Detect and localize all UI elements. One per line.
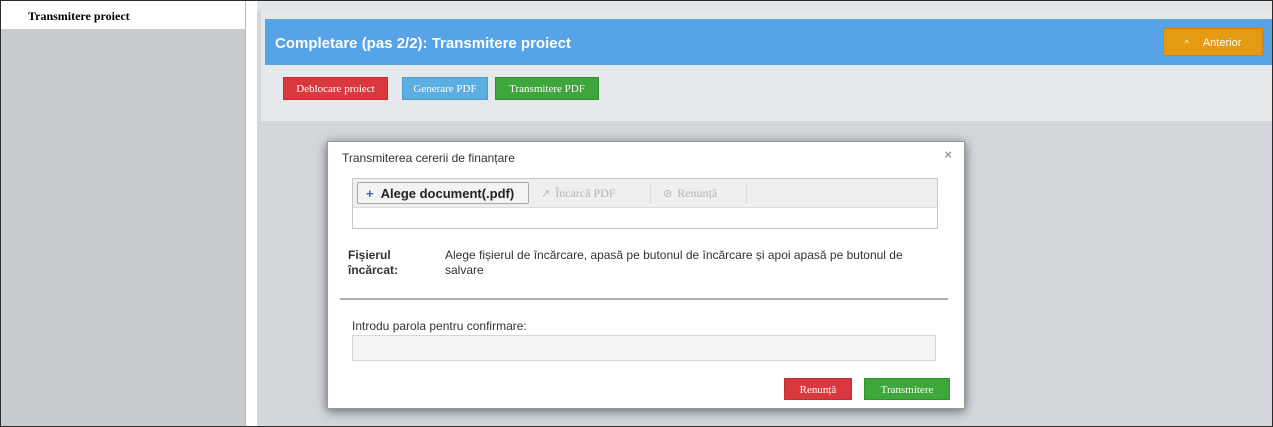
- modal-title: Transmiterea cererii de finanțare: [342, 151, 515, 165]
- submit-pdf-button[interactable]: Transmitere PDF: [495, 77, 599, 100]
- app-window: Transmitere proiect Completare (pas 2/2)…: [0, 0, 1273, 427]
- step-panel: Completare (pas 2/2): Transmitere proiec…: [261, 11, 1272, 106]
- upload-icon: ↗: [541, 188, 551, 200]
- sidebar: Transmitere proiect: [1, 1, 246, 426]
- cancel-upload-button[interactable]: ⊘ Renunță: [655, 182, 747, 204]
- panel-header: Completare (pas 2/2): Transmitere proiec…: [265, 19, 1272, 65]
- generate-pdf-button[interactable]: Generare PDF: [402, 77, 488, 100]
- panel-body: [261, 105, 1272, 121]
- modal-header: Transmiterea cererii de finanțare ×: [328, 142, 964, 172]
- cancel-upload-label: Renunță: [677, 186, 718, 200]
- sidebar-item-label: Transmitere proiect: [28, 9, 130, 23]
- upload-pdf-button[interactable]: ↗ Încarcă PDF: [533, 182, 651, 204]
- uploaded-file-help: Alege fișierul de încărcare, apasă pe bu…: [445, 248, 903, 277]
- divider: [340, 298, 948, 300]
- submit-modal: Transmiterea cererii de finanțare × + Ale…: [327, 141, 965, 409]
- submit-button[interactable]: Transmitere: [864, 378, 950, 400]
- password-label: Introdu parola pentru confirmare:: [352, 319, 527, 333]
- cancel-icon: ⊘: [663, 188, 673, 200]
- previous-button-label: Anterior: [1202, 37, 1242, 49]
- choose-document-button[interactable]: + Alege document(.pdf): [357, 182, 529, 204]
- close-icon[interactable]: ×: [944, 147, 952, 162]
- chevron-up-icon: ^: [1184, 38, 1189, 48]
- upload-pdf-label: Încarcă PDF: [555, 186, 616, 200]
- uploaded-file-label: Fișierul încărcat:: [348, 248, 399, 277]
- file-uploader: + Alege document(.pdf) ↗ Încarcă PDF ⊘ Renu…: [352, 178, 938, 229]
- unlock-project-button[interactable]: Deblocare proiect: [283, 77, 388, 100]
- password-input[interactable]: [352, 335, 936, 361]
- page-title: Completare (pas 2/2): Transmitere proiec…: [275, 35, 571, 52]
- plus-icon: +: [366, 186, 374, 201]
- uploader-toolbar: + Alege document(.pdf) ↗ Încarcă PDF ⊘ Renu…: [353, 179, 937, 208]
- sidebar-item-transmitere-proiect[interactable]: Transmitere proiect: [1, 1, 245, 29]
- previous-button[interactable]: ^ Anterior: [1163, 28, 1263, 56]
- choose-document-label: Alege document(.pdf): [380, 186, 515, 201]
- cancel-button[interactable]: Renunță: [784, 378, 852, 400]
